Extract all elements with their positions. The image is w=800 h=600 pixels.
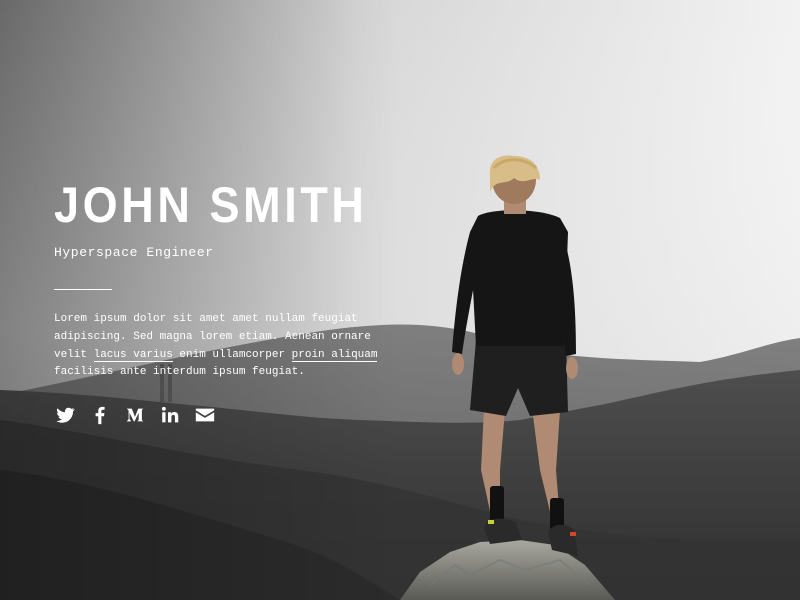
hero-background-image xyxy=(0,0,800,600)
divider xyxy=(54,289,112,290)
twitter-icon[interactable] xyxy=(54,404,76,426)
facebook-icon[interactable] xyxy=(89,404,111,426)
job-title: Hyperspace Engineer xyxy=(54,245,214,260)
medium-icon[interactable] xyxy=(124,404,146,426)
page-title: JOHN SMITH xyxy=(54,177,368,233)
bio-link-proin-aliquam[interactable]: proin aliquam xyxy=(291,348,378,362)
bio-text: enim ullamcorper xyxy=(172,348,292,361)
email-icon[interactable] xyxy=(194,404,216,426)
social-links xyxy=(54,404,229,426)
bio-link-lacus-varius[interactable]: lacus varius xyxy=(93,348,173,362)
linkedin-icon[interactable] xyxy=(159,404,181,426)
bio-text: facilisis ante interdum ipsum feugiat. xyxy=(54,366,305,379)
bio-paragraph: Lorem ipsum dolor sit amet amet nullam f… xyxy=(54,311,384,382)
